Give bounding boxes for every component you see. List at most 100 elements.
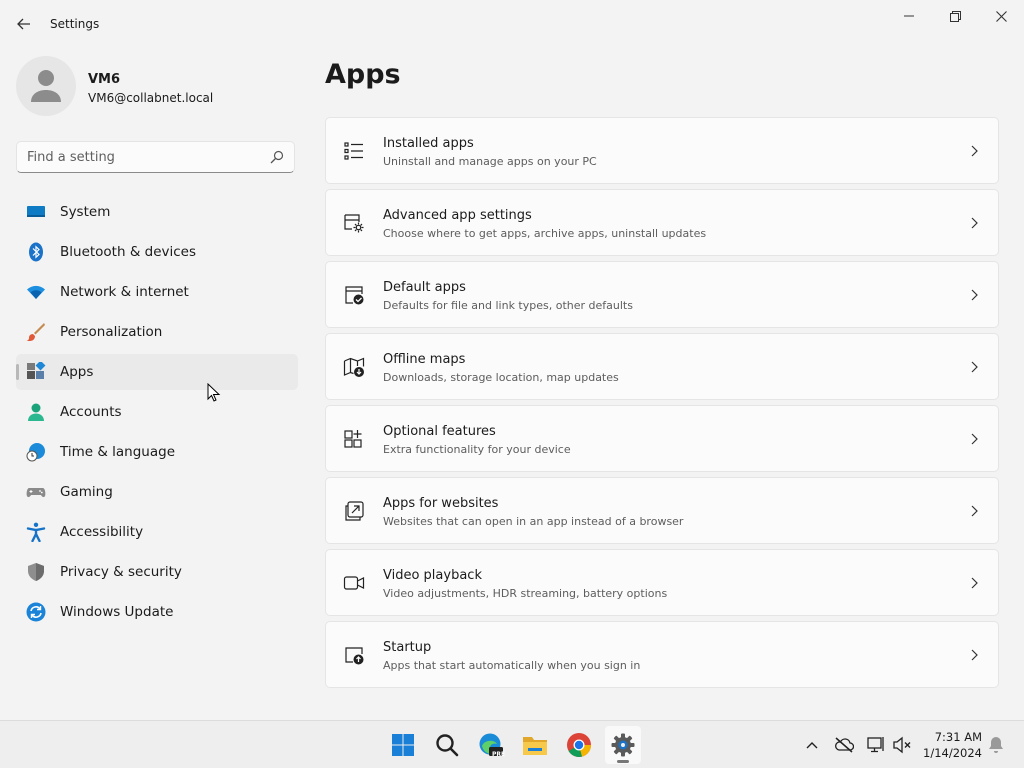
system-icon bbox=[27, 206, 45, 217]
taskbar-file-explorer-button[interactable] bbox=[517, 726, 553, 764]
card-subtitle: Uninstall and manage apps on your PC bbox=[383, 155, 597, 168]
tray-onedrive-button[interactable] bbox=[834, 735, 854, 755]
card-title: Advanced app settings bbox=[383, 208, 532, 223]
search-icon bbox=[436, 734, 459, 757]
sidebar-item-label: Apps bbox=[60, 364, 94, 380]
card-default-apps[interactable]: Default apps Defaults for file and link … bbox=[325, 261, 999, 328]
card-subtitle: Extra functionality for your device bbox=[383, 443, 571, 456]
video-icon bbox=[343, 576, 365, 590]
search-box[interactable] bbox=[16, 141, 295, 173]
folder-icon bbox=[523, 737, 547, 755]
card-offline-maps[interactable]: Offline maps Downloads, storage location… bbox=[325, 333, 999, 400]
chevron-right-icon bbox=[971, 145, 978, 157]
card-title: Optional features bbox=[383, 424, 496, 439]
person-icon bbox=[31, 70, 61, 102]
search-input[interactable] bbox=[27, 148, 257, 166]
taskbar-chrome-button[interactable] bbox=[561, 726, 597, 764]
user-profile[interactable]: VM6 VM6@collabnet.local bbox=[16, 56, 296, 118]
accounts-icon bbox=[28, 403, 44, 421]
cloud-offline-icon bbox=[835, 737, 854, 753]
minimize-icon bbox=[904, 15, 914, 17]
chevron-right-icon bbox=[971, 649, 978, 661]
grid-add-icon bbox=[344, 430, 362, 448]
default-apps-icon bbox=[345, 286, 364, 305]
sidebar-item-label: Personalization bbox=[60, 324, 163, 340]
sidebar-item-system[interactable]: System bbox=[16, 194, 298, 230]
start-button[interactable] bbox=[385, 726, 421, 764]
avatar bbox=[16, 56, 76, 116]
chevron-right-icon bbox=[971, 433, 978, 445]
app-settings-icon bbox=[344, 214, 364, 233]
sidebar-item-network[interactable]: Network & internet bbox=[16, 274, 298, 310]
speaker-muted-icon bbox=[893, 736, 911, 754]
card-installed-apps[interactable]: Installed apps Uninstall and manage apps… bbox=[325, 117, 999, 184]
card-title: Video playback bbox=[383, 568, 482, 583]
map-download-icon bbox=[343, 357, 365, 377]
windows-logo-icon bbox=[392, 734, 414, 756]
card-subtitle: Choose where to get apps, archive apps, … bbox=[383, 227, 707, 240]
gamepad-icon bbox=[26, 488, 46, 498]
card-subtitle: Defaults for file and link types, other … bbox=[383, 299, 633, 312]
back-arrow-icon bbox=[17, 18, 30, 30]
sidebar-item-accounts[interactable]: Accounts bbox=[16, 394, 298, 430]
network-monitor-icon bbox=[867, 737, 884, 753]
close-button[interactable] bbox=[978, 0, 1024, 32]
card-video-playback[interactable]: Video playback Video adjustments, HDR st… bbox=[325, 549, 999, 616]
shield-icon bbox=[28, 563, 44, 581]
card-title: Offline maps bbox=[383, 352, 466, 367]
edge-pre-badge: PRE bbox=[492, 751, 506, 758]
taskbar-edge-beta-button[interactable]: PRE bbox=[473, 726, 509, 764]
card-apps-for-websites[interactable]: Apps for websites Websites that can open… bbox=[325, 477, 999, 544]
card-subtitle: Apps that start automatically when you s… bbox=[383, 659, 641, 672]
sidebar-nav: System Bluetooth & devices Network & int… bbox=[16, 194, 298, 634]
chevron-up-icon bbox=[806, 742, 818, 749]
bell-icon bbox=[989, 737, 1003, 753]
card-startup[interactable]: Startup Apps that start automatically wh… bbox=[325, 621, 999, 688]
sidebar-item-label: System bbox=[60, 204, 111, 220]
startup-icon bbox=[345, 647, 364, 665]
card-subtitle: Downloads, storage location, map updates bbox=[383, 371, 619, 384]
restore-button[interactable] bbox=[932, 0, 978, 32]
sidebar-item-apps[interactable]: Apps bbox=[16, 354, 298, 390]
clock-time: 7:31 AM bbox=[934, 730, 982, 744]
sidebar-item-label: Accounts bbox=[60, 404, 122, 420]
list-icon bbox=[344, 142, 363, 160]
settings-card-list: Installed apps Uninstall and manage apps… bbox=[325, 117, 999, 693]
notifications-button[interactable] bbox=[986, 735, 1006, 755]
accessibility-icon bbox=[26, 522, 46, 542]
taskbar-search-button[interactable] bbox=[429, 726, 465, 764]
chevron-right-icon bbox=[971, 217, 978, 229]
restore-icon bbox=[949, 10, 961, 22]
card-optional-features[interactable]: Optional features Extra functionality fo… bbox=[325, 405, 999, 472]
search-icon bbox=[270, 150, 284, 164]
tray-network-button[interactable] bbox=[866, 735, 886, 755]
sidebar-item-time-language[interactable]: Time & language bbox=[16, 434, 298, 470]
sidebar-item-bluetooth[interactable]: Bluetooth & devices bbox=[16, 234, 298, 270]
card-advanced-app-settings[interactable]: Advanced app settings Choose where to ge… bbox=[325, 189, 999, 256]
sidebar-item-windows-update[interactable]: Windows Update bbox=[16, 594, 298, 630]
back-button[interactable] bbox=[12, 12, 36, 36]
apps-icon bbox=[27, 362, 46, 379]
update-icon bbox=[26, 602, 46, 622]
sidebar-item-privacy-security[interactable]: Privacy & security bbox=[16, 554, 298, 590]
card-subtitle: Video adjustments, HDR streaming, batter… bbox=[383, 587, 668, 600]
wifi-icon bbox=[27, 285, 45, 299]
taskbar-clock[interactable]: 7:31 AM 1/14/2024 bbox=[916, 729, 982, 761]
taskbar-settings-button[interactable] bbox=[605, 726, 641, 764]
brush-icon bbox=[26, 323, 45, 342]
show-hidden-icons-button[interactable] bbox=[802, 735, 822, 755]
sidebar-item-personalization[interactable]: Personalization bbox=[16, 314, 298, 350]
bluetooth-icon bbox=[29, 242, 43, 262]
chrome-icon bbox=[567, 733, 591, 757]
sidebar-item-label: Gaming bbox=[60, 484, 113, 500]
mouse-cursor-icon bbox=[207, 383, 221, 402]
window-title: Settings bbox=[50, 17, 100, 31]
minimize-button[interactable] bbox=[886, 0, 932, 32]
sidebar-item-accessibility[interactable]: Accessibility bbox=[16, 514, 298, 550]
sidebar-item-gaming[interactable]: Gaming bbox=[16, 474, 298, 510]
sidebar-item-label: Network & internet bbox=[60, 284, 189, 300]
open-in-app-icon bbox=[345, 501, 364, 521]
sidebar-item-label: Time & language bbox=[60, 444, 176, 460]
clock-date: 1/14/2024 bbox=[923, 746, 982, 760]
tray-volume-button[interactable] bbox=[892, 735, 912, 755]
